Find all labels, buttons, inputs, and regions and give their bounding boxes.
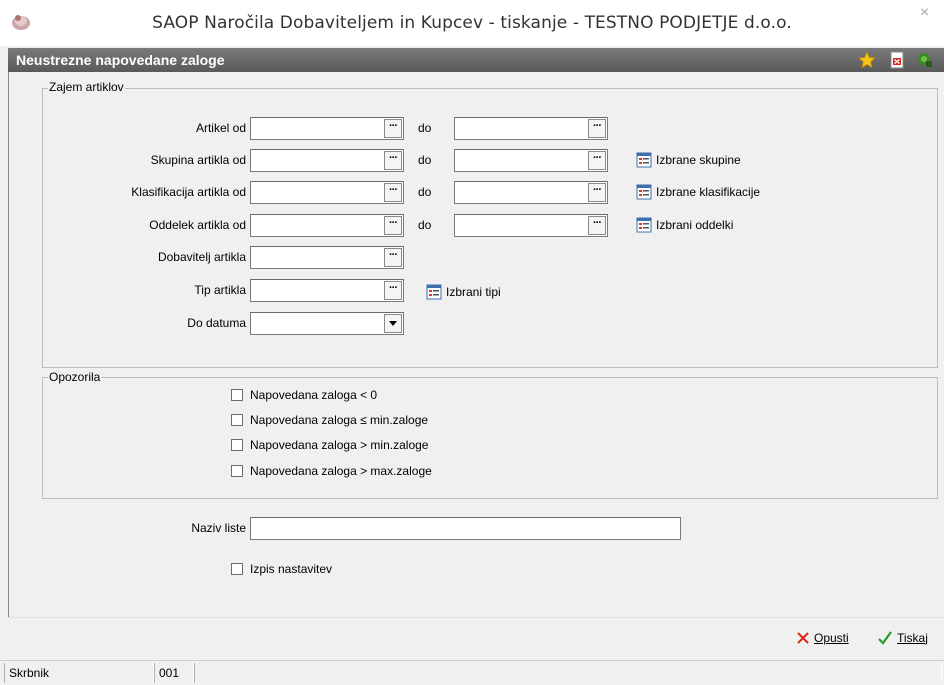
- klasifikacija-od-browse-button[interactable]: ···: [384, 183, 402, 202]
- oddelek-do-label: do: [418, 218, 432, 232]
- status-extra: [194, 663, 942, 683]
- opozorilo-gt-min-checkbox[interactable]: [231, 439, 243, 451]
- izbrani-tipi-label: Izbrani tipi: [446, 285, 501, 299]
- frame-left-border: [8, 72, 9, 617]
- do-datuma-select[interactable]: [250, 312, 404, 335]
- opozorila-group: [42, 377, 938, 499]
- tip-artikla-browse-button[interactable]: ···: [384, 281, 402, 300]
- artikel-od-browse-button[interactable]: ···: [384, 119, 402, 138]
- klasifikacija-od-label: Klasifikacija artikla od: [131, 185, 246, 199]
- checklist-icon: [636, 152, 652, 168]
- zajem-artiklov-title: Zajem artiklov: [48, 80, 125, 94]
- cancel-label: Opusti: [814, 631, 849, 645]
- opozorilo-gt-min-label: Napovedana zaloga > min.zaloge: [250, 438, 429, 452]
- checklist-icon: [636, 217, 652, 233]
- skupina-do-field[interactable]: ···: [454, 149, 608, 172]
- form-header: Neustrezne napovedane zaloge: [8, 48, 944, 72]
- izbrane-skupine-button[interactable]: Izbrane skupine: [636, 152, 741, 168]
- klasifikacija-do-label: do: [418, 185, 432, 199]
- skupina-do-label: do: [418, 153, 432, 167]
- izbrani-oddelki-label: Izbrani oddelki: [656, 218, 734, 232]
- skupina-od-label: Skupina artikla od: [150, 153, 246, 167]
- window-title-bar: SAOP Naročila Dobaviteljem in Kupcev - t…: [0, 0, 944, 46]
- artikel-do-browse-button[interactable]: ···: [588, 119, 606, 138]
- window-title: SAOP Naročila Dobaviteljem in Kupcev - t…: [152, 13, 792, 33]
- star-icon[interactable]: [858, 51, 876, 69]
- form-title: Neustrezne napovedane zaloge: [16, 52, 225, 68]
- izpis-nastavitev-label: Izpis nastavitev: [250, 562, 333, 576]
- dobavitelj-label: Dobavitelj artikla: [157, 250, 246, 264]
- skupina-od-field[interactable]: ···: [250, 149, 404, 172]
- checklist-icon: [636, 184, 652, 200]
- izbrane-skupine-label: Izbrane skupine: [656, 153, 741, 167]
- izpis-nastavitev-checkbox[interactable]: [231, 563, 243, 575]
- oddelek-do-browse-button[interactable]: ···: [588, 216, 606, 235]
- izbrane-klasifikacije-button[interactable]: Izbrane klasifikacije: [636, 184, 760, 200]
- chevron-down-icon[interactable]: [384, 314, 402, 333]
- oddelek-do-field[interactable]: ···: [454, 214, 608, 237]
- print-label: Tiskaj: [897, 631, 928, 645]
- checkmark-icon: [878, 631, 892, 645]
- artikel-od-label: Artikel od: [195, 121, 246, 135]
- naziv-liste-input[interactable]: [250, 517, 681, 540]
- dobavitelj-browse-button[interactable]: ···: [384, 248, 402, 267]
- opozorilo-le-min-label: Napovedana zaloga ≤ min.zaloge: [250, 413, 429, 427]
- opozorilo-le-min-checkbox[interactable]: [231, 414, 243, 426]
- skupina-do-browse-button[interactable]: ···: [588, 151, 606, 170]
- do-datuma-label: Do datuma: [187, 316, 246, 330]
- status-bar: Skrbnik 001: [0, 660, 944, 685]
- opozorilo-lt-zero-checkbox[interactable]: [231, 389, 243, 401]
- status-code: 001: [154, 663, 194, 683]
- klasifikacija-do-field[interactable]: ···: [454, 181, 608, 204]
- cancel-icon: [797, 632, 809, 644]
- naziv-liste-label: Naziv liste: [191, 521, 246, 535]
- oddelek-od-label: Oddelek artikla od: [149, 218, 246, 232]
- cancel-button[interactable]: Opusti: [796, 631, 849, 645]
- izbrane-klasifikacije-label: Izbrane klasifikacije: [656, 185, 761, 199]
- opozorilo-gt-max-checkbox[interactable]: [231, 465, 243, 477]
- izbrani-oddelki-button[interactable]: Izbrani oddelki: [636, 217, 733, 233]
- artikel-do-field[interactable]: ···: [454, 117, 608, 140]
- tip-artikla-label: Tip artikla: [194, 283, 246, 297]
- checklist-icon: [426, 284, 442, 300]
- opozorilo-gt-max-label: Napovedana zaloga > max.zaloge: [250, 464, 432, 478]
- oddelek-od-field[interactable]: ···: [250, 214, 404, 237]
- opozorilo-lt-zero-label: Napovedana zaloga < 0: [250, 388, 378, 402]
- dobavitelj-field[interactable]: ···: [250, 246, 404, 269]
- tip-artikla-field[interactable]: ···: [250, 279, 404, 302]
- exit-icon[interactable]: [916, 51, 934, 69]
- pdf-export-icon[interactable]: [888, 51, 906, 69]
- klasifikacija-do-browse-button[interactable]: ···: [588, 183, 606, 202]
- skupina-od-browse-button[interactable]: ···: [384, 151, 402, 170]
- artikel-do-label: do: [418, 121, 432, 135]
- print-button[interactable]: Tiskaj: [877, 630, 928, 646]
- status-user: Skrbnik: [4, 663, 154, 683]
- izbrani-tipi-button[interactable]: Izbrani tipi: [426, 284, 501, 300]
- close-button[interactable]: ×: [905, 0, 944, 26]
- klasifikacija-od-field[interactable]: ···: [250, 181, 404, 204]
- artikel-od-field[interactable]: ···: [250, 117, 404, 140]
- oddelek-od-browse-button[interactable]: ···: [384, 216, 402, 235]
- opozorila-title: Opozorila: [48, 370, 102, 384]
- button-bar: Opusti Tiskaj: [8, 617, 944, 660]
